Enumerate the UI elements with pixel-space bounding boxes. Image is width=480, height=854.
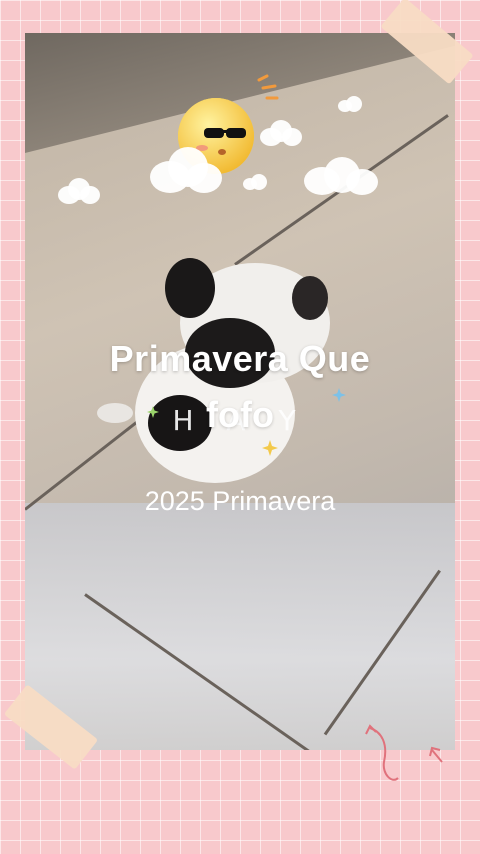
arrow-doodle-icon	[365, 724, 443, 781]
cloud-icon	[304, 157, 378, 195]
highlight-word: fofo	[206, 394, 274, 435]
star-icon	[332, 388, 346, 402]
cloud-icon	[260, 120, 302, 146]
star-icon	[147, 406, 159, 418]
cloud-icon	[58, 178, 100, 204]
cloud-icon	[150, 147, 222, 195]
cloud-icon	[338, 96, 362, 112]
year-caption: 2025 Primavera	[144, 486, 336, 516]
star-icon	[262, 440, 278, 456]
photo-floor-tile	[25, 503, 455, 750]
sparkle-lines-icon	[257, 74, 279, 100]
story-title: Primavera Que	[109, 338, 371, 379]
cloud-icon	[243, 174, 267, 190]
